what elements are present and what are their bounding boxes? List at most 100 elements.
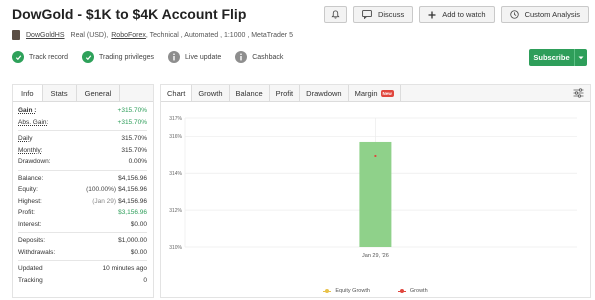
stat-value: +315.70% (117, 107, 147, 115)
legend-swatch (397, 289, 406, 293)
tab-stats[interactable]: Stats (43, 85, 77, 101)
subscribe-button[interactable]: Subscribe (529, 49, 587, 66)
stat-label: Drawdown: (18, 158, 51, 166)
feature-label: Trading privileges (99, 53, 155, 61)
stat-label: Balance: (18, 174, 44, 182)
chart-panel: Chart Growth Balance Profit Drawdown Mar… (160, 84, 591, 298)
clock-icon (509, 10, 519, 19)
check-icon (82, 51, 95, 63)
account-type: Real (USD), (70, 31, 109, 39)
stat-label: Updated (18, 265, 43, 273)
new-badge: New (380, 89, 394, 97)
legend-swatch (323, 289, 332, 293)
stat-label: Monthly: (18, 146, 43, 154)
feature-cashback[interactable]: Cashback (235, 51, 283, 63)
growth-point (374, 154, 377, 158)
stat-value-group: (100.00%) $4,156.96 (86, 186, 147, 193)
stat-value-group: (Jan 29) $4,156.96 (92, 198, 147, 205)
feature-label: Track record (29, 53, 69, 61)
tab-general[interactable]: General (77, 85, 121, 101)
stat-label: Withdrawals: (18, 248, 56, 256)
chart-settings-button[interactable] (573, 88, 584, 100)
header-actions: Discuss Add to watch Custom Analysis (323, 6, 589, 23)
y-tick-label: 310% (169, 245, 182, 251)
broker-link[interactable]: RoboForex (111, 32, 146, 39)
stats-panel: Info Stats General Gain : +315.70% Abs. … (12, 84, 154, 298)
tab-drawdown[interactable]: Drawdown (300, 85, 349, 101)
custom-analysis-label: Custom Analysis (524, 10, 580, 19)
legend-item-growth[interactable]: Growth (397, 288, 428, 294)
y-tick-label: 312% (169, 208, 182, 214)
stat-value: 0.00% (128, 158, 147, 166)
stat-label: Daily (18, 135, 33, 143)
stat-label: Equity: (18, 186, 38, 194)
stat-value: $3,156.96 (118, 209, 147, 217)
stat-row-updated: Updated 10 minutes ago (18, 263, 147, 275)
stat-row-profit: Profit: $3,156.96 (18, 207, 147, 219)
owner-link[interactable]: DowGoldHS (26, 32, 65, 39)
stat-label: Interest: (18, 220, 42, 228)
page-title: DowGold - $1K to $4K Account Flip (12, 6, 247, 22)
subscribe-label: Subscribe (533, 53, 570, 62)
feature-trading-privileges[interactable]: Trading privileges (82, 51, 154, 63)
add-to-watch-button[interactable]: Add to watch (419, 6, 495, 23)
feature-track-record[interactable]: Track record (12, 51, 68, 63)
bar (359, 141, 392, 247)
divider (18, 260, 147, 261)
legend-item-equity-growth[interactable]: Equity Growth (323, 288, 370, 294)
stat-label: Gain : (18, 107, 37, 115)
tab-chart[interactable]: Chart (161, 85, 193, 101)
stat-row-tracking: Tracking 0 (18, 275, 147, 287)
y-tick-label: 317% (169, 116, 182, 122)
add-to-watch-label: Add to watch (442, 10, 486, 19)
discuss-label: Discuss (377, 10, 405, 19)
info-icon (168, 51, 181, 63)
stat-value: $1,000.00 (118, 237, 147, 245)
chevron-down-icon[interactable] (574, 49, 587, 66)
bell-icon (331, 10, 340, 19)
tab-balance[interactable]: Balance (230, 85, 270, 101)
stat-row-deposits: Deposits: $1,000.00 (18, 235, 147, 247)
notifications-button[interactable] (323, 6, 347, 23)
check-icon (12, 51, 24, 63)
y-tick-label: 316% (169, 134, 182, 140)
stat-row-daily: Daily 315.70% (18, 133, 147, 145)
stat-value: $0.00 (130, 220, 147, 228)
stat-row-highest: Highest: (Jan 29) $4,156.96 (18, 196, 147, 208)
stat-row-equity: Equity: (100.00%) $4,156.96 (18, 184, 147, 196)
tab-growth[interactable]: Growth (192, 85, 230, 101)
comment-icon (362, 10, 372, 19)
tab-margin[interactable]: Margin New (349, 85, 401, 101)
stat-row-balance: Balance: $4,156.96 (18, 173, 147, 185)
stat-value: 0 (143, 276, 147, 284)
stat-value: 315.70% (121, 146, 147, 154)
legend-label: Growth (409, 288, 428, 294)
feature-badges: Track record Trading privileges Live upd… (12, 51, 283, 63)
stat-row-interest: Interest: $0.00 (18, 219, 147, 231)
stat-label: Highest: (18, 197, 42, 205)
stat-row-monthly: Monthly: 315.70% (18, 145, 147, 157)
divider (18, 232, 147, 233)
stat-value: $0.00 (130, 248, 147, 256)
stat-row-withdrawals: Withdrawals: $0.00 (18, 247, 147, 259)
legend-label: Equity Growth (335, 288, 370, 294)
account-info: DowGoldHS Real (USD), RoboForex , Techni… (12, 30, 293, 40)
stat-label: Profit: (18, 209, 35, 217)
stat-label: Deposits: (18, 237, 46, 245)
stat-row-abs-gain: Abs. Gain: +315.70% (18, 117, 147, 129)
stat-value: $4,156.96 (118, 174, 147, 182)
y-tick-label: 314% (169, 171, 182, 177)
growth-chart: 310% 312% 314% 316% 317% Jan 29, '26 Equity G… (161, 102, 590, 298)
stat-value: $4,156.96 (118, 186, 147, 194)
tab-profit[interactable]: Profit (270, 85, 301, 101)
stat-value: +315.70% (117, 118, 147, 126)
chart-svg: 310% 312% 314% 316% 317% Jan 29, '26 (169, 116, 577, 259)
stat-value: $4,156.96 (118, 197, 147, 205)
tab-info[interactable]: Info (13, 85, 43, 101)
plus-icon (428, 11, 436, 18)
feature-live-update[interactable]: Live update (168, 51, 221, 63)
custom-analysis-button[interactable]: Custom Analysis (500, 6, 589, 23)
discuss-button[interactable]: Discuss (352, 6, 414, 23)
chart-legend: Equity Growth Growth (161, 288, 590, 294)
stat-value: 10 minutes ago (102, 265, 147, 273)
